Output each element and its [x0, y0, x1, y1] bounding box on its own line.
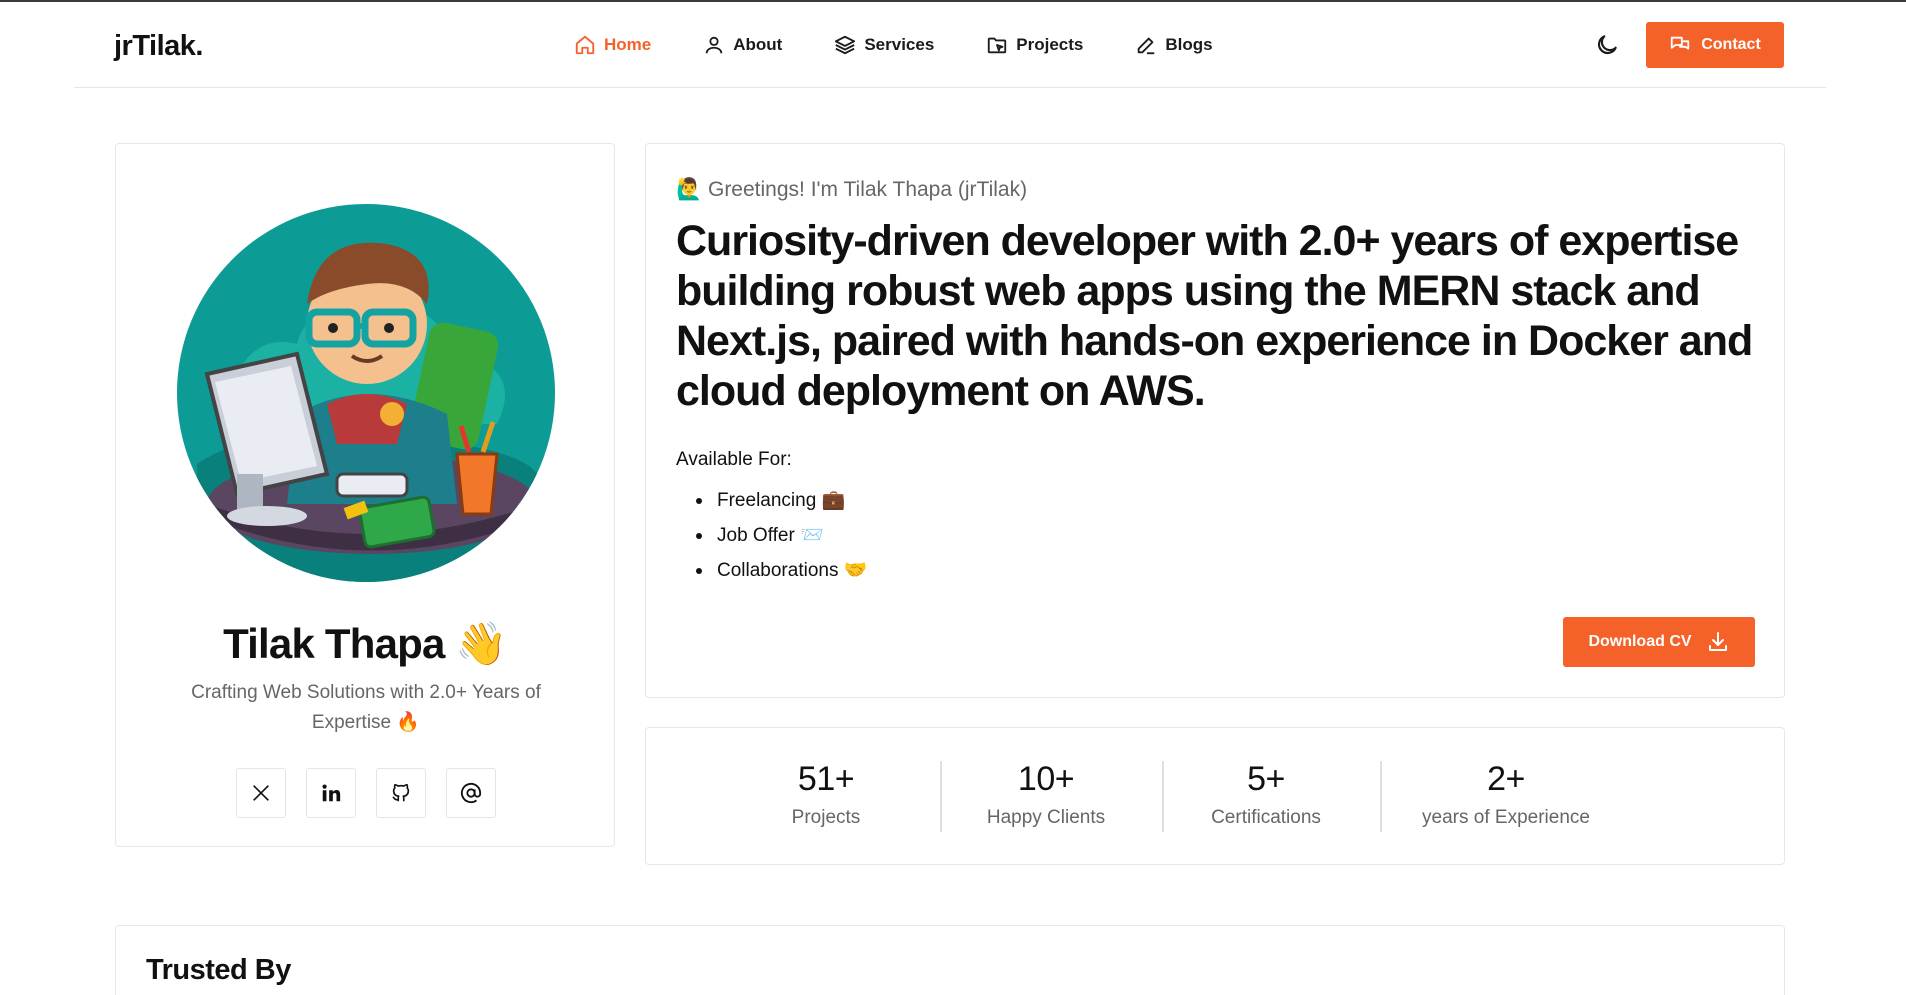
list-item: Job Offer 📨 — [696, 518, 867, 553]
download-cv-label: Download CV — [1588, 633, 1692, 650]
nav-item-blogs[interactable]: Blogs — [1135, 32, 1213, 58]
stat-value: 5+ — [1247, 760, 1285, 798]
contact-label: Contact — [1701, 36, 1761, 53]
chat-icon — [1671, 36, 1690, 50]
stat-certifications: 5+ Certifications — [1186, 760, 1346, 829]
email-link[interactable] — [446, 768, 496, 818]
developer-illustration — [197, 242, 537, 582]
stat-value: 2+ — [1487, 760, 1525, 798]
at-icon — [460, 782, 482, 804]
trusted-by-section: Trusted By — [115, 925, 1785, 995]
list-item: Collaborations 🤝 — [696, 553, 867, 588]
intro-card: 🙋‍♂️ Greetings! I'm Tilak Thapa (jrTilak… — [645, 143, 1785, 698]
stat-divider — [1162, 761, 1164, 832]
x-icon — [253, 785, 269, 801]
hero-headline: Curiosity-driven developer with 2.0+ yea… — [676, 217, 1753, 415]
linkedin-icon — [322, 784, 341, 802]
stat-experience: 2+ years of Experience — [1406, 760, 1606, 829]
trusted-by-title: Trusted By — [146, 954, 291, 986]
moon-icon — [1597, 35, 1617, 55]
available-for-list: Freelancing 💼 Job Offer 📨 Collaborations… — [696, 483, 867, 588]
list-item: Freelancing 💼 — [696, 483, 867, 518]
nav-item-label: Blogs — [1165, 35, 1213, 54]
nav-item-about[interactable]: About — [703, 32, 782, 58]
linkedin-link[interactable] — [306, 768, 356, 818]
github-link[interactable] — [376, 768, 426, 818]
contact-button[interactable]: Contact — [1646, 22, 1784, 68]
social-links — [236, 768, 496, 818]
available-for-title: Available For: — [676, 449, 792, 470]
stat-clients: 10+ Happy Clients — [966, 760, 1126, 829]
user-icon — [705, 36, 723, 54]
avatar — [177, 204, 555, 582]
profile-tagline: Crafting Web Solutions with 2.0+ Years o… — [191, 682, 541, 733]
theme-toggle-button[interactable] — [1594, 32, 1620, 58]
nav-item-label: About — [733, 35, 783, 54]
stat-label: Projects — [791, 807, 861, 828]
nav-item-label: Projects — [1016, 35, 1084, 54]
stat-projects: 51+ Projects — [776, 760, 876, 829]
download-cv-button[interactable]: Download CV — [1563, 617, 1755, 667]
twitter-x-link[interactable] — [236, 768, 286, 818]
navbar: jrTilak. Home About Services Projects Bl… — [74, 2, 1826, 88]
stat-label: Certifications — [1211, 807, 1321, 828]
nav-item-home[interactable]: Home — [574, 32, 651, 58]
profile-name: Tilak Thapa 👋 — [223, 620, 508, 667]
stat-label: Happy Clients — [986, 807, 1106, 828]
stats-card: 51+ Projects 10+ Happy Clients 5+ Certif… — [645, 727, 1785, 865]
nav-item-label: Home — [604, 35, 652, 54]
stat-label: years of Experience — [1422, 807, 1590, 828]
pen-icon — [1138, 37, 1155, 55]
nav-links: Home About Services Projects Blogs — [574, 32, 1265, 58]
home-icon — [575, 35, 595, 55]
site-logo[interactable]: jrTilak. — [114, 30, 203, 63]
greeting-text: 🙋‍♂️ Greetings! I'm Tilak Thapa (jrTilak… — [676, 178, 1028, 201]
stat-value: 10+ — [1017, 760, 1075, 798]
profile-card: Tilak Thapa 👋 Crafting Web Solutions wit… — [115, 143, 615, 847]
stat-value: 51+ — [797, 760, 855, 798]
nav-item-label: Services — [864, 35, 935, 54]
layers-icon — [835, 35, 856, 55]
nav-item-projects[interactable]: Projects — [986, 32, 1083, 58]
github-icon — [392, 783, 410, 802]
stat-divider — [940, 761, 942, 832]
folder-icon — [988, 37, 1007, 54]
stat-divider — [1380, 761, 1382, 832]
nav-item-services[interactable]: Services — [834, 32, 934, 58]
download-icon — [1708, 632, 1727, 651]
